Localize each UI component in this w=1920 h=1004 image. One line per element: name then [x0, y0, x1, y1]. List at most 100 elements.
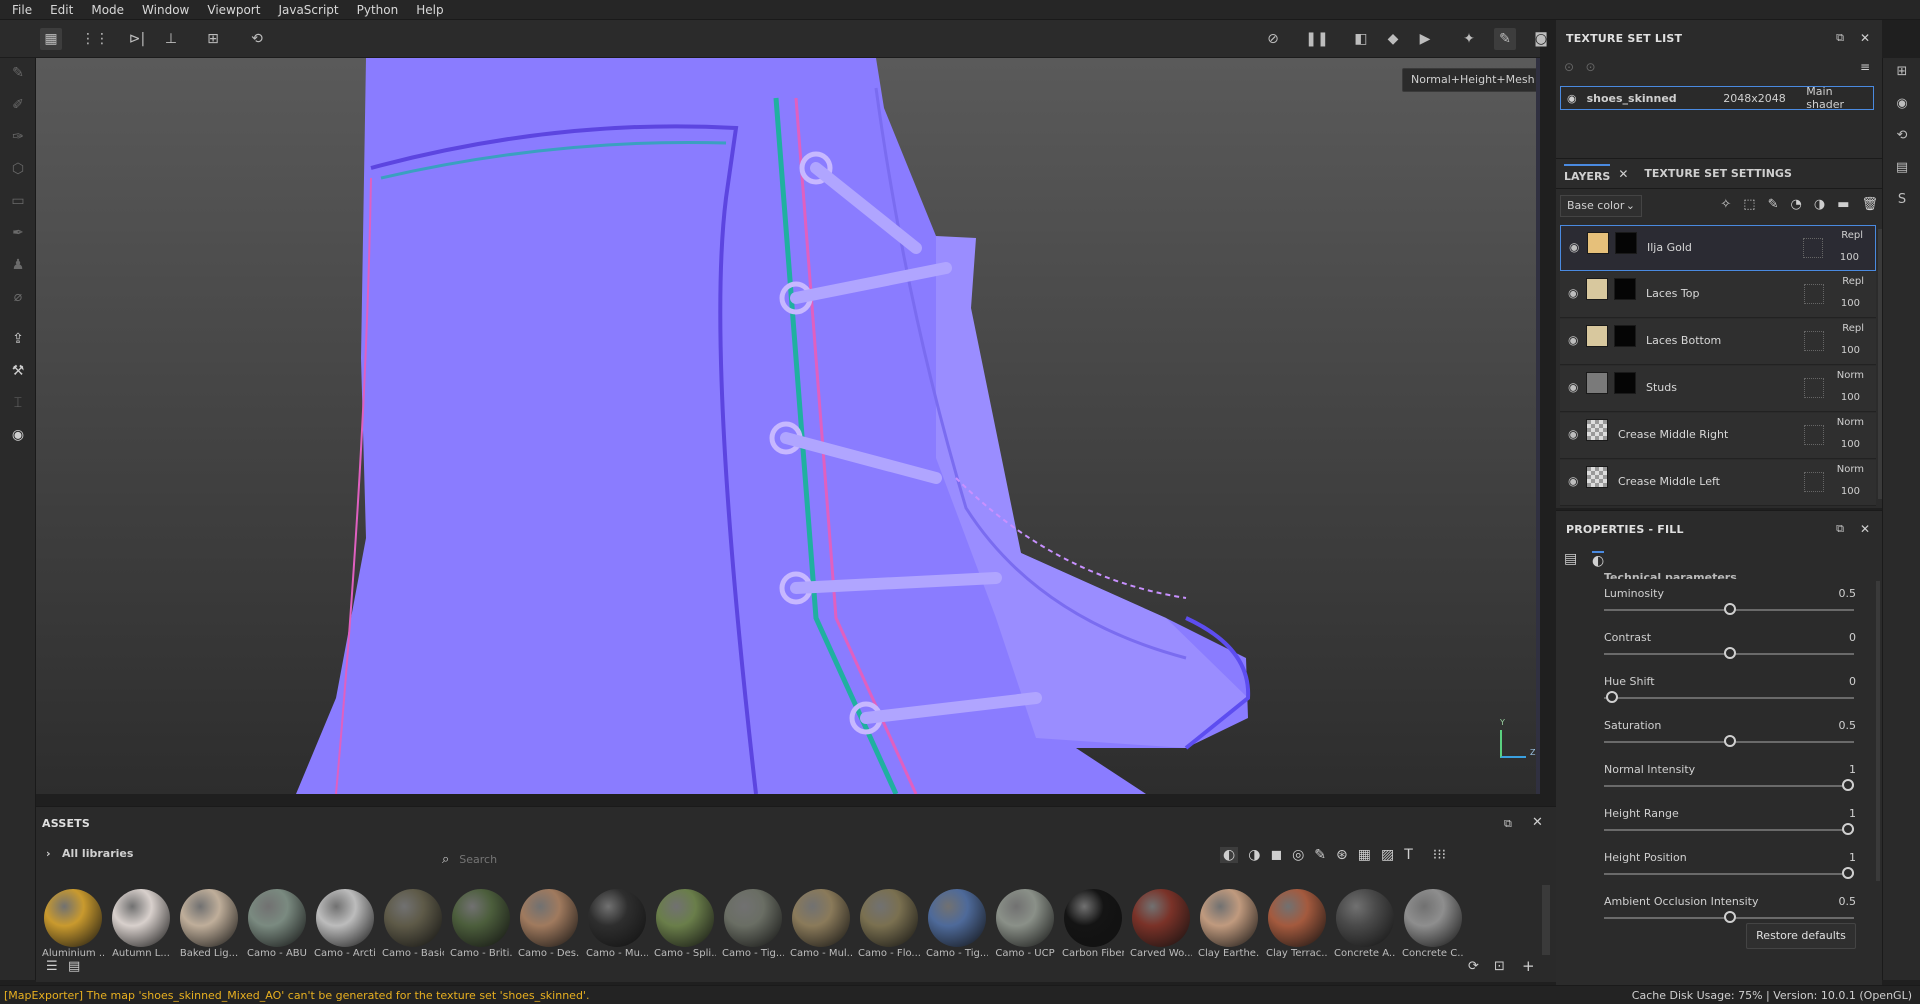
tree-view-icon[interactable]: ▤	[68, 959, 80, 974]
cube-icon[interactable]: ◆	[1382, 28, 1404, 50]
filter-brush-icon[interactable]: ✎	[1314, 847, 1326, 863]
asset-thumbnail[interactable]	[44, 889, 102, 947]
layer-opacity[interactable]: 100	[1841, 345, 1860, 356]
param-value[interactable]: 1	[1849, 763, 1856, 776]
grid-options-icon[interactable]: ⋮⋮	[81, 28, 109, 50]
filter-texture-icon[interactable]: ▦	[1358, 847, 1371, 863]
blend-mode[interactable]: Norm	[1837, 464, 1864, 475]
assets-scrollbar[interactable]	[1542, 885, 1550, 955]
layer-effects-icon[interactable]	[1803, 238, 1823, 258]
list-view-icon[interactable]: ☰	[46, 959, 58, 974]
param-slider[interactable]: Contrast 0	[1604, 631, 1856, 671]
blend-mode[interactable]: Repl	[1841, 230, 1863, 241]
asset-thumbnail[interactable]	[1336, 889, 1394, 947]
history-icon[interactable]: ⟲	[246, 28, 268, 50]
add-effect-icon[interactable]: ✧	[1720, 197, 1731, 212]
channel-dropdown[interactable]: Base color ⌄	[1560, 195, 1642, 217]
asset-thumbnail[interactable]	[384, 889, 442, 947]
projection-icon[interactable]: ✑	[9, 128, 27, 146]
blend-mode[interactable]: Repl	[1842, 276, 1864, 287]
menu-edit[interactable]: Edit	[50, 3, 73, 17]
asset-thumbnail[interactable]	[860, 889, 918, 947]
slider-knob[interactable]	[1724, 735, 1736, 747]
history-icon[interactable]: ⟲	[1893, 128, 1911, 146]
filter-particle-icon[interactable]: ⊛	[1336, 847, 1348, 863]
asset-thumbnail[interactable]	[996, 889, 1054, 947]
blend-mode[interactable]: Repl	[1842, 323, 1864, 334]
library-selector[interactable]: › All libraries	[46, 847, 133, 860]
layer-row[interactable]: ◉ Laces Bottom Repl 100	[1560, 319, 1876, 365]
slider-track[interactable]	[1604, 785, 1854, 787]
refresh-icon[interactable]: ⟳	[1468, 959, 1479, 974]
blend-mode[interactable]: Norm	[1837, 417, 1864, 428]
asset-thumbnail[interactable]	[248, 889, 306, 947]
asset-thumbnail[interactable]	[1268, 889, 1326, 947]
layer-opacity[interactable]: 100	[1840, 252, 1859, 263]
menu-viewport[interactable]: Viewport	[207, 3, 260, 17]
close-icon[interactable]: ✕	[1860, 31, 1870, 45]
add-smart-layer-icon[interactable]: ◑	[1814, 197, 1825, 212]
maximize-icon[interactable]: ⧉	[1504, 817, 1512, 831]
viewport-scrollbar[interactable]	[1536, 58, 1540, 794]
3d-viewport[interactable]: Normal+Height+Mesh ⌄ Y Z	[36, 58, 1540, 794]
filter-filter-icon[interactable]: ◎	[1292, 847, 1304, 863]
asset-thumbnail[interactable]	[316, 889, 374, 947]
blend-mode[interactable]: Norm	[1837, 370, 1864, 381]
layer-opacity[interactable]: 100	[1841, 298, 1860, 309]
menu-javascript[interactable]: JavaScript	[278, 3, 338, 17]
close-tab-icon[interactable]: ✕	[1618, 167, 1628, 181]
eye-icon[interactable]: ◉	[1568, 427, 1578, 441]
eye-icon[interactable]: ◉	[1568, 474, 1578, 488]
layer-row[interactable]: ◉ Laces Top Repl 100	[1560, 272, 1876, 318]
add-paint-layer-icon[interactable]: ✎	[1768, 197, 1779, 212]
restore-defaults-button[interactable]: Restore defaults	[1746, 923, 1856, 949]
param-slider[interactable]: Height Position 1	[1604, 851, 1856, 891]
picker-icon[interactable]: ⌀	[9, 288, 27, 306]
layer-opacity[interactable]: 100	[1841, 392, 1860, 403]
menu-help[interactable]: Help	[416, 3, 443, 17]
layer-effects-icon[interactable]	[1804, 378, 1824, 398]
measure-icon[interactable]: ⌶	[9, 394, 27, 412]
screenshot-icon[interactable]: ◙	[1530, 28, 1552, 50]
layer-opacity[interactable]: 100	[1841, 439, 1860, 450]
asset-thumbnail[interactable]	[1132, 889, 1190, 947]
new-folder-icon[interactable]: ⊡	[1494, 959, 1505, 974]
select-grid-icon[interactable]: ▦	[40, 28, 62, 50]
eye-icon[interactable]: ◉	[1568, 333, 1578, 347]
display-icon[interactable]: ◉	[1893, 96, 1911, 114]
properties-material-icon[interactable]: ◐	[1592, 551, 1605, 569]
viewport-mode-dropdown[interactable]: Normal+Height+Mesh ⌄	[1402, 68, 1540, 92]
texture-set-item[interactable]: ◉ shoes_skinned 2048x2048 Main shader	[1560, 85, 1874, 111]
asset-thumbnail[interactable]	[452, 889, 510, 947]
slider-knob[interactable]	[1724, 911, 1736, 923]
visibility-icon[interactable]: ⊙ ⊙	[1564, 60, 1596, 74]
asset-thumbnail[interactable]	[588, 889, 646, 947]
polygon-fill-icon[interactable]: ▭	[9, 192, 27, 210]
param-value[interactable]: 1	[1849, 807, 1856, 820]
param-slider[interactable]: Hue Shift 0	[1604, 675, 1856, 715]
hide-icon[interactable]: ⊘	[1262, 28, 1284, 50]
close-icon[interactable]: ✕	[1860, 522, 1870, 536]
delete-icon[interactable]: 🗑	[1861, 197, 1878, 212]
properties-list-icon[interactable]: ▤	[1564, 551, 1577, 567]
asset-thumbnail[interactable]	[656, 889, 714, 947]
align-icon[interactable]: ⊥	[160, 28, 182, 50]
properties-scrollbar[interactable]	[1876, 581, 1880, 881]
clone-icon[interactable]: ♟	[9, 256, 27, 274]
close-icon[interactable]: ✕	[1532, 815, 1543, 830]
paint-brush-icon[interactable]: ✎	[9, 64, 27, 82]
light-icon[interactable]: ✦	[1458, 28, 1480, 50]
param-value[interactable]: 0.5	[1839, 587, 1857, 600]
layer-row[interactable]: ◉ Studs Norm 100	[1560, 366, 1876, 412]
layer-row[interactable]: ◉ Ilja Gold Repl 100	[1560, 225, 1876, 271]
layer-effects-icon[interactable]	[1804, 284, 1824, 304]
menu-window[interactable]: Window	[142, 3, 189, 17]
menu-mode[interactable]: Mode	[91, 3, 124, 17]
maximize-icon[interactable]: ⧉	[1836, 31, 1844, 45]
slider-knob[interactable]	[1724, 603, 1736, 615]
layer-row[interactable]: ◉ Crease Middle Right Norm 100	[1560, 413, 1876, 459]
slider-track[interactable]	[1604, 873, 1854, 875]
param-value[interactable]: 0.5	[1839, 719, 1857, 732]
substance-icon[interactable]: S	[1893, 192, 1911, 210]
eye-icon[interactable]: ◉	[1568, 286, 1578, 300]
